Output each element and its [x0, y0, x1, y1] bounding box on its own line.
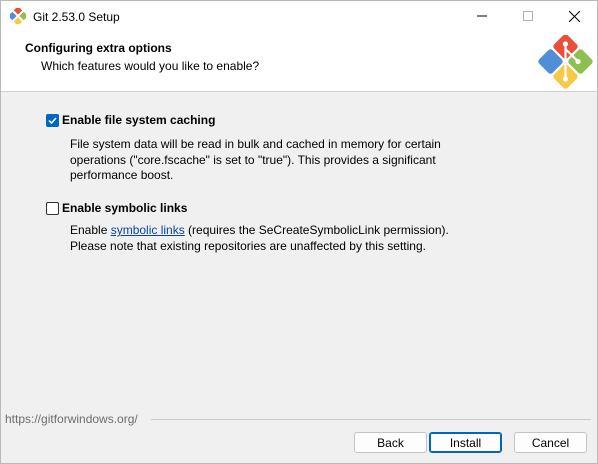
git-logo-icon — [538, 35, 593, 89]
option-fscache[interactable]: Enable file system caching — [46, 113, 226, 128]
symlinks-description-line: Please note that existing repositories a… — [70, 238, 426, 253]
setup-window: Git 2.53.0 Setup Configuring extra optio… — [0, 0, 598, 464]
symlinks-label[interactable]: Enable symbolic links — [62, 201, 187, 215]
symlinks-checkbox[interactable] — [46, 202, 59, 215]
footer-divider — [151, 419, 591, 420]
fscache-description: File system data will be read in bulk an… — [70, 137, 441, 184]
symlinks-description-line: Enable symbolic links (requires the SeCr… — [70, 223, 449, 239]
close-icon — [568, 10, 580, 22]
symlinks-desc-prefix: Enable — [70, 223, 111, 237]
checkmark-icon — [48, 117, 57, 125]
minimize-icon — [477, 15, 487, 17]
maximize-icon — [523, 11, 533, 21]
window-title: Git 2.53.0 Setup — [33, 10, 120, 24]
fscache-description-line: operations ("core.fscache" is set to "tr… — [70, 152, 436, 167]
page-subtitle: Which features would you like to enable? — [41, 59, 260, 73]
title-bar[interactable]: Git 2.53.0 Setup — [1, 1, 597, 31]
back-button[interactable]: Back — [354, 432, 427, 453]
fscache-description-line: File system data will be read in bulk an… — [70, 137, 441, 151]
symlinks-desc-suffix: (requires the SeCreateSymbolicLink permi… — [184, 223, 449, 237]
close-button[interactable] — [551, 1, 597, 31]
install-button[interactable]: Install — [429, 432, 502, 453]
fscache-checkbox[interactable] — [46, 114, 59, 127]
wizard-header: Configuring extra options Which features… — [1, 31, 597, 92]
symbolic-links-link[interactable]: symbolic links — [111, 223, 185, 237]
footer-url: https://gitforwindows.org/ — [5, 412, 138, 426]
option-symlinks[interactable]: Enable symbolic links — [46, 201, 206, 216]
fscache-label[interactable]: Enable file system caching — [62, 113, 215, 127]
maximize-button[interactable] — [505, 1, 551, 31]
cancel-button[interactable]: Cancel — [514, 432, 587, 453]
fscache-description-line: performance boost. — [70, 168, 174, 182]
symlinks-description: Enable symbolic links (requires the SeCr… — [70, 223, 449, 254]
minimize-button[interactable] — [459, 1, 505, 31]
git-app-icon — [10, 8, 26, 24]
page-title: Configuring extra options — [25, 41, 172, 55]
